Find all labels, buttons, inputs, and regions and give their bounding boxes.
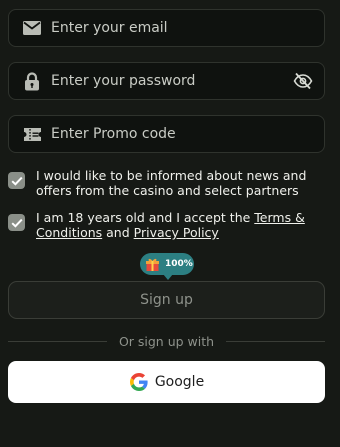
checkmark-icon [11, 176, 23, 186]
divider-line-left [8, 340, 107, 342]
promo-field-container [8, 115, 325, 153]
checkmark-icon [11, 218, 23, 228]
google-signup-button[interactable]: Google [8, 361, 325, 403]
divider-line-right [226, 340, 325, 342]
news-consent-row: I would like to be informed about news a… [8, 168, 328, 198]
eye-off-icon[interactable] [292, 70, 314, 92]
lock-icon [22, 71, 42, 91]
news-consent-checkbox[interactable] [8, 172, 25, 189]
signup-form: I would like to be informed about news a… [0, 0, 340, 447]
completion-percent: 100% [165, 259, 193, 269]
social-divider: Or sign up with [8, 333, 325, 349]
password-input[interactable] [51, 63, 284, 99]
privacy-policy-link[interactable]: Privacy Policy [134, 225, 219, 240]
age-consent-and: and [102, 225, 134, 240]
password-field-container [8, 62, 325, 100]
ticket-icon [22, 124, 42, 144]
divider-label: Or sign up with [118, 333, 215, 349]
gift-icon [144, 256, 160, 272]
age-consent-checkbox[interactable] [8, 214, 25, 231]
sign-up-button[interactable]: Sign up [8, 281, 325, 319]
envelope-icon [22, 18, 42, 38]
google-button-label: Google [154, 374, 205, 390]
completion-badge: 100% [140, 253, 194, 280]
email-input[interactable] [51, 10, 284, 46]
age-consent-prefix: I am 18 years old and I accept the [36, 210, 255, 225]
email-field-container [8, 9, 325, 47]
google-icon [129, 372, 149, 392]
promo-code-input[interactable] [51, 116, 284, 152]
news-consent-label: I would like to be informed about news a… [36, 168, 307, 198]
age-consent-label: I am 18 years old and I accept the Terms… [36, 210, 326, 240]
age-consent-row: I am 18 years old and I accept the Terms… [8, 210, 328, 240]
